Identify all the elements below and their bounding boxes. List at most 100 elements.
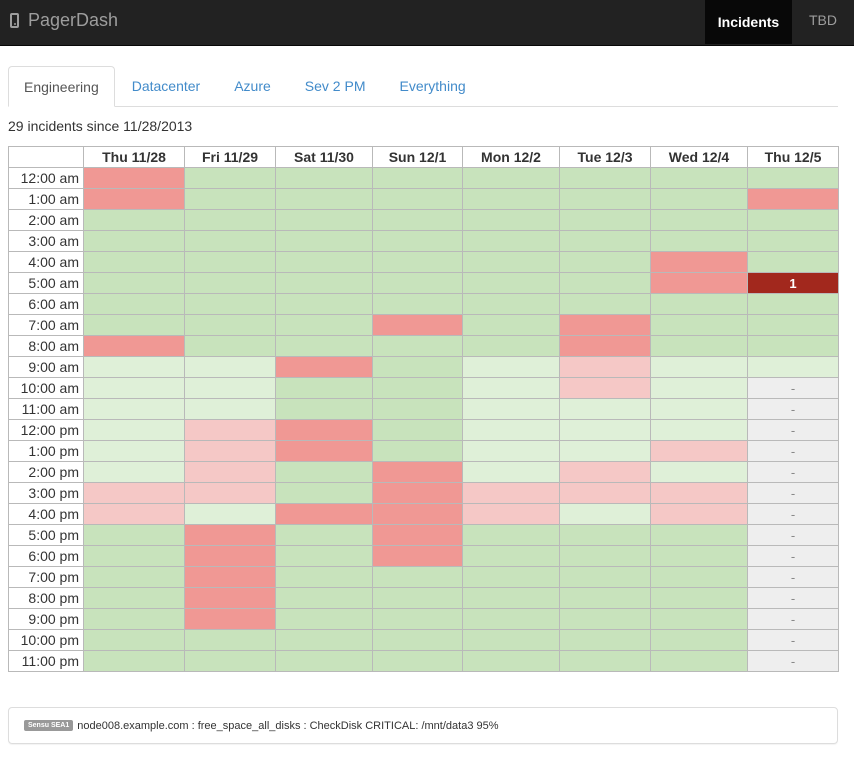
heat-cell[interactable] (83, 314, 185, 336)
heat-cell[interactable]: 1 (747, 272, 839, 294)
heat-cell[interactable] (559, 629, 651, 651)
heat-cell[interactable] (275, 293, 373, 315)
heat-cell[interactable] (275, 629, 373, 651)
heat-cell[interactable] (462, 167, 560, 189)
heat-cell[interactable]: - (747, 482, 839, 504)
heat-cell[interactable] (559, 251, 651, 273)
heat-cell[interactable] (184, 461, 276, 483)
heat-cell[interactable] (559, 524, 651, 546)
heat-cell[interactable] (650, 482, 748, 504)
heat-cell[interactable] (275, 167, 373, 189)
heat-cell[interactable] (83, 629, 185, 651)
heat-cell[interactable] (372, 251, 463, 273)
heat-cell[interactable] (184, 377, 276, 399)
heat-cell[interactable] (83, 482, 185, 504)
heat-cell[interactable] (372, 335, 463, 357)
heat-cell[interactable] (462, 545, 560, 567)
heat-cell[interactable] (83, 440, 185, 462)
heat-cell[interactable] (184, 524, 276, 546)
heat-cell[interactable] (650, 272, 748, 294)
heat-cell[interactable] (372, 482, 463, 504)
heat-cell[interactable] (83, 167, 185, 189)
heat-cell[interactable] (650, 293, 748, 315)
heat-cell[interactable] (650, 503, 748, 525)
heat-cell[interactable] (184, 650, 276, 672)
heat-cell[interactable] (83, 209, 185, 231)
heat-cell[interactable] (650, 335, 748, 357)
heat-cell[interactable] (275, 188, 373, 210)
heat-cell[interactable] (275, 566, 373, 588)
heat-cell[interactable] (559, 293, 651, 315)
heat-cell[interactable] (184, 209, 276, 231)
heat-cell[interactable]: - (747, 545, 839, 567)
heat-cell[interactable] (275, 503, 373, 525)
heat-cell[interactable] (184, 629, 276, 651)
heat-cell[interactable] (747, 188, 839, 210)
heat-cell[interactable] (372, 461, 463, 483)
heat-cell[interactable] (747, 314, 839, 336)
heat-cell[interactable] (184, 230, 276, 252)
nav-tbd[interactable]: TBD (792, 0, 854, 44)
heat-cell[interactable] (559, 335, 651, 357)
heat-cell[interactable] (184, 335, 276, 357)
heat-cell[interactable] (83, 566, 185, 588)
heat-cell[interactable] (83, 230, 185, 252)
heat-cell[interactable] (559, 377, 651, 399)
heat-cell[interactable] (83, 650, 185, 672)
heat-cell[interactable] (559, 356, 651, 378)
heat-cell[interactable] (83, 188, 185, 210)
heat-cell[interactable] (184, 440, 276, 462)
heat-cell[interactable] (83, 587, 185, 609)
heat-cell[interactable] (462, 566, 560, 588)
heat-cell[interactable] (650, 209, 748, 231)
heat-cell[interactable] (372, 587, 463, 609)
heat-cell[interactable] (83, 356, 185, 378)
heat-cell[interactable] (275, 650, 373, 672)
heat-cell[interactable] (650, 314, 748, 336)
heat-cell[interactable] (275, 440, 373, 462)
heat-cell[interactable] (275, 398, 373, 420)
heat-cell[interactable] (184, 566, 276, 588)
heat-cell[interactable] (559, 314, 651, 336)
heat-cell[interactable] (559, 167, 651, 189)
heat-cell[interactable] (184, 587, 276, 609)
heat-cell[interactable] (650, 356, 748, 378)
heat-cell[interactable] (184, 608, 276, 630)
heat-cell[interactable] (559, 188, 651, 210)
tab-datacenter[interactable]: Datacenter (115, 66, 217, 106)
heat-cell[interactable] (747, 167, 839, 189)
heat-cell[interactable] (83, 419, 185, 441)
heat-cell[interactable]: - (747, 461, 839, 483)
heat-cell[interactable] (462, 398, 560, 420)
heat-cell[interactable] (184, 293, 276, 315)
heat-cell[interactable] (184, 545, 276, 567)
heat-cell[interactable] (372, 608, 463, 630)
heat-cell[interactable] (372, 377, 463, 399)
heat-cell[interactable] (372, 167, 463, 189)
heat-cell[interactable] (650, 524, 748, 546)
heat-cell[interactable] (372, 545, 463, 567)
heat-cell[interactable] (275, 356, 373, 378)
heat-cell[interactable] (462, 608, 560, 630)
heat-cell[interactable] (462, 230, 560, 252)
heat-cell[interactable] (462, 272, 560, 294)
heat-cell[interactable] (275, 314, 373, 336)
incident-panel[interactable]: Sensu SEA1 node008.example.com : free_sp… (8, 707, 838, 744)
heat-cell[interactable] (372, 356, 463, 378)
heat-cell[interactable] (747, 335, 839, 357)
heat-cell[interactable] (559, 566, 651, 588)
heat-cell[interactable] (559, 272, 651, 294)
tab-everything[interactable]: Everything (383, 66, 483, 106)
heat-cell[interactable] (275, 587, 373, 609)
heat-cell[interactable] (559, 650, 651, 672)
heat-cell[interactable] (650, 629, 748, 651)
heat-cell[interactable] (184, 419, 276, 441)
heat-cell[interactable] (372, 209, 463, 231)
heat-cell[interactable] (559, 419, 651, 441)
heat-cell[interactable] (83, 335, 185, 357)
heat-cell[interactable] (462, 587, 560, 609)
heat-cell[interactable] (372, 272, 463, 294)
heat-cell[interactable] (83, 503, 185, 525)
heat-cell[interactable] (462, 314, 560, 336)
nav-incidents[interactable]: Incidents (705, 0, 792, 44)
